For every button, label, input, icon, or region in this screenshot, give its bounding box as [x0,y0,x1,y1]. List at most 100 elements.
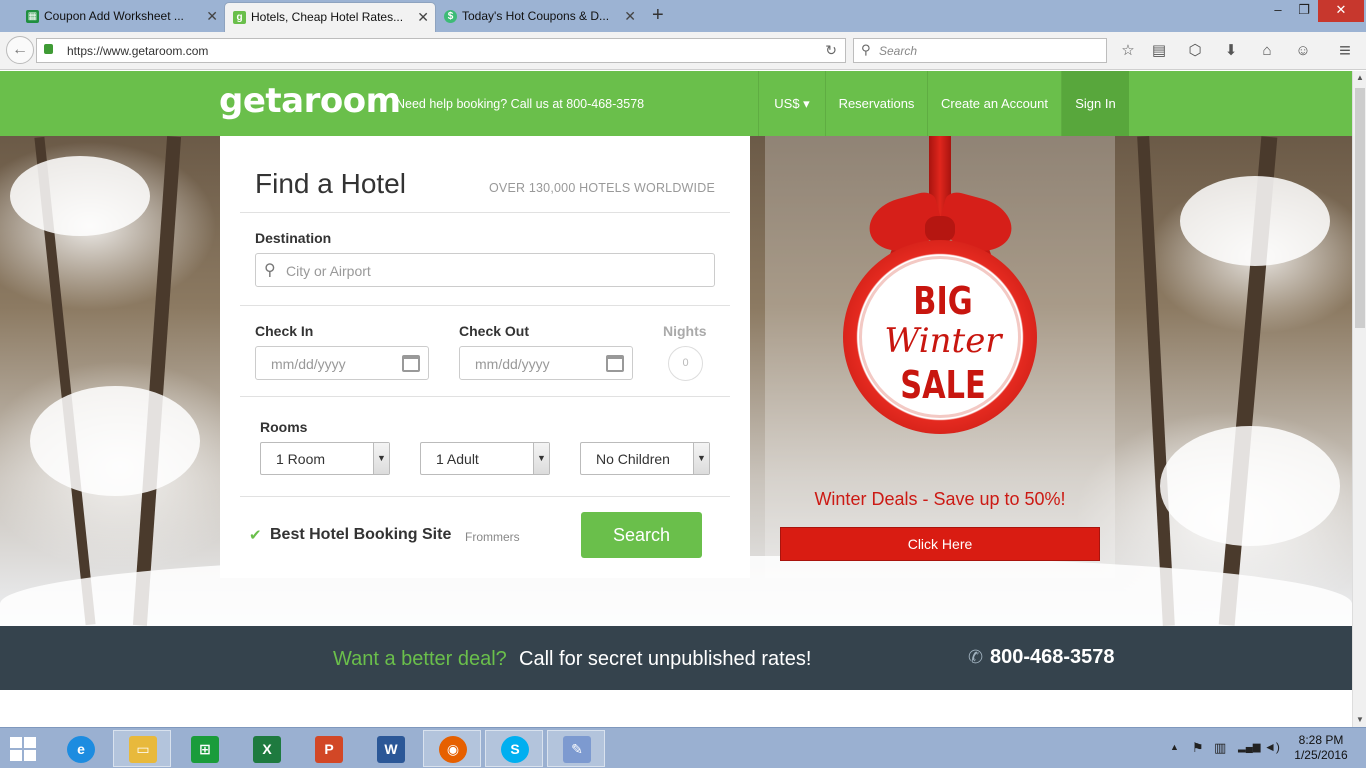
form-subtitle: OVER 130,000 HOTELS WORLDWIDE [488,181,715,195]
volume-icon[interactable]: ◄) [1264,740,1280,754]
close-window-button[interactable]: ✕ [1318,0,1364,22]
currency-dropdown[interactable]: US$ ▾ [758,71,825,136]
adults-select[interactable]: 1 Adult ▼ [420,442,550,475]
internet-explorer-icon: e [67,736,95,763]
destination-label: Destination [255,230,332,246]
nights-label: Nights [663,323,707,339]
scroll-up-icon[interactable]: ▲ [1353,71,1366,85]
taskbar-skype[interactable]: S [485,730,543,767]
sale-ornament-badge[interactable]: BIG Winter SALE [843,240,1037,434]
chevron-down-icon: ▼ [373,443,389,474]
system-clock[interactable]: 8:28 PM 1/25/2016 [1290,733,1352,763]
reload-icon[interactable]: ↻ [825,42,837,59]
taskbar-firefox[interactable]: ◉ [423,730,481,767]
site-header: getaroom Need help booking? Call us at 8… [0,71,1352,136]
snow-patch [30,386,200,496]
scroll-down-icon[interactable]: ▼ [1353,713,1366,727]
windows-start-icon[interactable] [10,737,36,761]
nav-sign-in[interactable]: Sign In [1061,71,1129,136]
home-icon[interactable]: ⌂ [1257,42,1277,60]
browser-toolbar: ← https://www.getaroom.com ↻ ⚲ Search ☆ … [0,32,1366,70]
action-center-flag-icon[interactable]: ⚑ [1192,740,1204,756]
calendar-icon[interactable] [606,355,624,372]
tab-close-icon[interactable]: ✕ [417,3,429,31]
tab-hot-coupons[interactable]: $ Today's Hot Coupons & D... ✕ [436,2,642,32]
network-icon[interactable]: ▥ [1214,740,1226,756]
taskbar-powerpoint[interactable]: P [299,730,357,767]
menu-icon[interactable]: ≡ [1335,41,1355,61]
getaroom-favicon-icon: g [233,11,246,24]
reading-list-icon[interactable]: ▤ [1149,42,1169,60]
checkout-input[interactable]: mm/dd/yyyy [459,346,633,380]
rooms-select[interactable]: 1 Room ▼ [260,442,390,475]
show-hidden-icons[interactable]: ▲ [1170,742,1179,752]
firefox-icon: ◉ [439,736,467,763]
new-tab-button[interactable]: + [652,4,664,26]
tab-close-icon[interactable]: ✕ [624,2,636,30]
badge-winter-text: Winter [884,321,1002,361]
adults-value: 1 Adult [436,451,479,467]
browser-tab-bar: ▦ Coupon Add Worksheet ... ✕ g Hotels, C… [0,0,1366,32]
scroll-thumb[interactable] [1355,88,1365,328]
browser-search-input[interactable]: ⚲ Search [853,38,1107,63]
tab-close-icon[interactable]: ✕ [206,2,218,30]
checkin-label: Check In [255,323,314,339]
tab-title: Coupon Add Worksheet ... [44,9,184,23]
bow-graphic [925,216,955,242]
getaroom-logo[interactable]: getaroom [219,81,401,121]
call-band: Want a better deal? Call for secret unpu… [0,626,1352,690]
store-icon: ⊞ [191,736,219,763]
badge-big-text: BIG [913,279,973,323]
best-site-badge: Best Hotel Booking Site [270,526,452,543]
signal-icon[interactable]: ▂▄▆ [1238,742,1260,753]
excel-icon: X [253,736,281,763]
taskbar-store[interactable]: ⊞ [175,730,233,767]
chevron-down-icon: ▼ [533,443,549,474]
download-icon[interactable]: ⬇ [1221,42,1241,60]
folder-icon: ▭ [129,736,157,763]
taskbar-word[interactable]: W [361,730,419,767]
nav-create-account[interactable]: Create an Account [927,71,1061,136]
award-source: Frommers [465,530,520,544]
back-button[interactable]: ← [6,36,34,64]
tab-title: Hotels, Cheap Hotel Rates... [251,10,404,24]
bookmark-star-icon[interactable]: ☆ [1118,42,1138,60]
click-here-button[interactable]: Click Here [780,527,1100,561]
calendar-icon[interactable] [402,355,420,372]
form-title: Find a Hotel [255,168,406,199]
checkmark-icon: ✔ [249,527,262,544]
chat-icon[interactable]: ☺ [1293,42,1313,60]
url-bar[interactable]: https://www.getaroom.com ↻ [36,38,846,63]
ornament-face: BIG Winter SALE [859,256,1021,418]
taskbar-paint[interactable]: ✎ [547,730,605,767]
nav-reservations[interactable]: Reservations [825,71,927,136]
divider [240,305,730,306]
page-scrollbar[interactable]: ▲ ▼ [1352,71,1366,727]
checkin-input[interactable]: mm/dd/yyyy [255,346,429,380]
pocket-icon[interactable]: ⬡ [1185,42,1205,60]
tab-title: Today's Hot Coupons & D... [462,9,610,23]
tab-getaroom[interactable]: g Hotels, Cheap Hotel Rates... ✕ [224,2,436,32]
divider [240,496,730,497]
destination-input[interactable]: ⚲ City or Airport [255,253,715,287]
badge-sale-text: SALE [900,363,986,407]
search-icon: ⚲ [264,262,276,279]
tab-coupon-worksheet[interactable]: ▦ Coupon Add Worksheet ... ✕ [18,2,224,32]
search-icon: ⚲ [861,42,871,57]
checkin-placeholder: mm/dd/yyyy [271,356,346,372]
children-select[interactable]: No Children ▼ [580,442,710,475]
rooms-value: 1 Room [276,451,326,467]
taskbar-internet-explorer[interactable]: e [51,730,109,767]
lock-icon [44,44,53,54]
clock-date: 1/25/2016 [1294,748,1348,762]
taskbar-excel[interactable]: X [237,730,295,767]
minimize-button[interactable]: – [1266,0,1290,22]
taskbar-file-explorer[interactable]: ▭ [113,730,171,767]
hotel-search-form: Find a Hotel OVER 130,000 HOTELS WORLDWI… [220,136,750,578]
url-text[interactable]: https://www.getaroom.com [67,44,208,58]
phone-number[interactable]: 800-468-3578 [990,646,1115,669]
restore-button[interactable]: ❐ [1292,0,1316,22]
search-button[interactable]: Search [581,512,702,558]
rooms-label: Rooms [260,419,308,435]
clock-time: 8:28 PM [1298,733,1344,747]
